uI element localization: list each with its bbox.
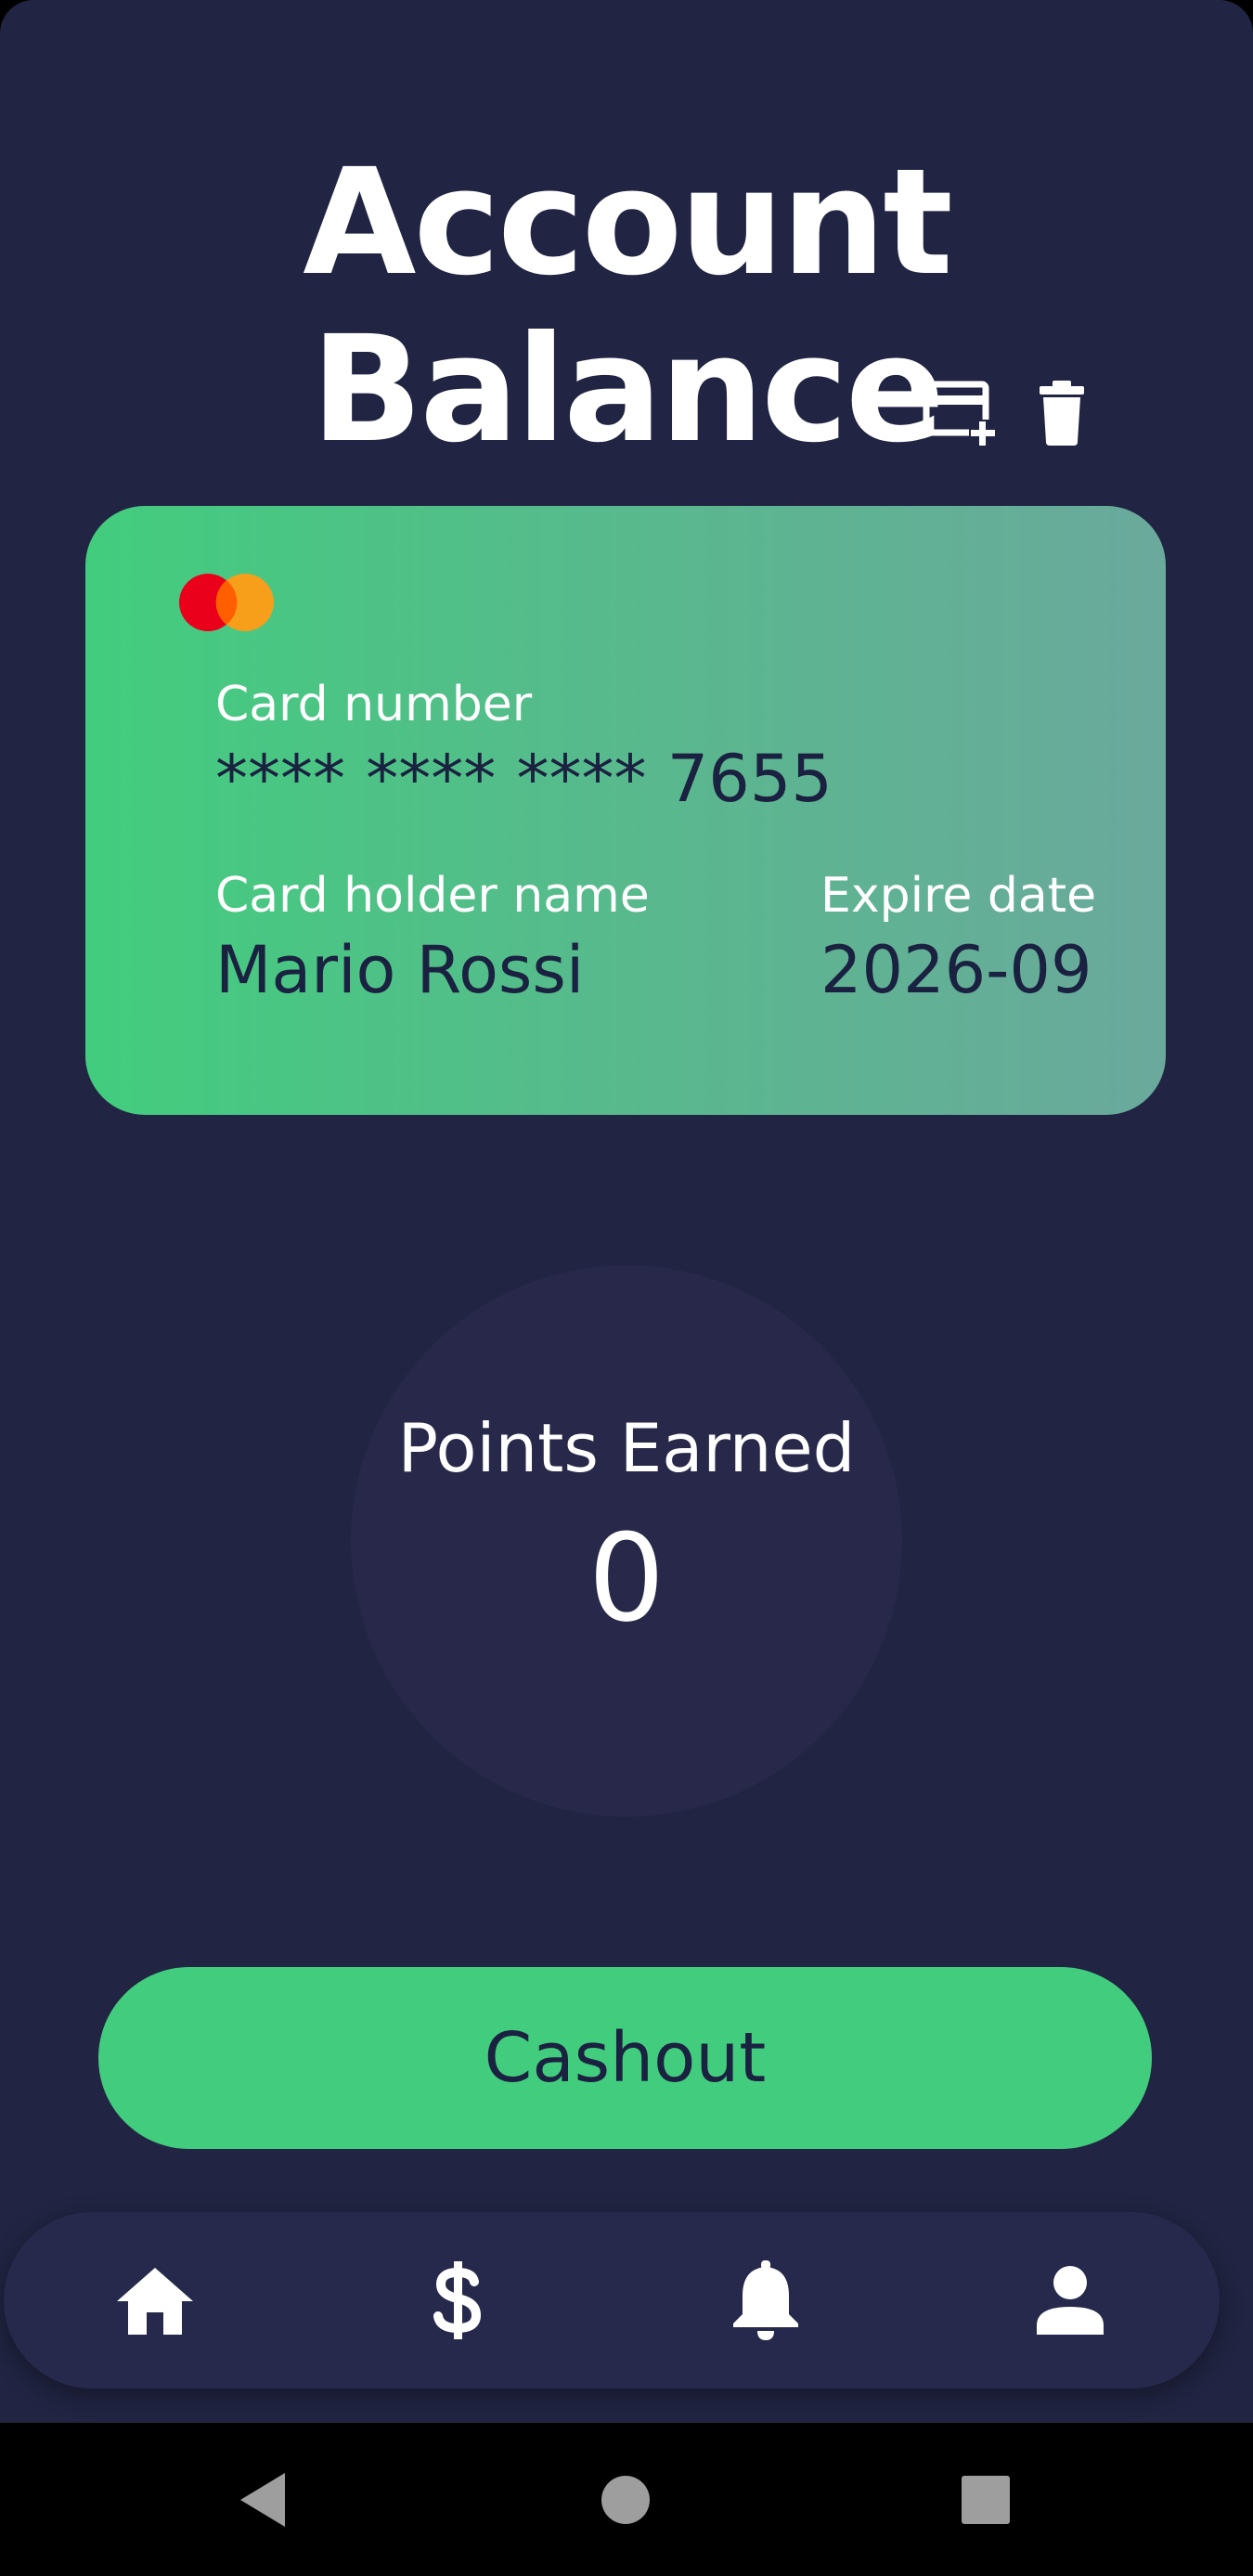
nav-item-money[interactable] — [388, 2212, 527, 2388]
bottom-nav — [4, 2212, 1220, 2388]
expire-date-label: Expire date — [820, 868, 1097, 924]
recents-square-icon — [962, 2475, 1010, 2524]
system-recents-button[interactable] — [930, 2423, 1041, 2576]
person-icon — [1037, 2266, 1104, 2335]
trash-icon — [1040, 381, 1084, 446]
expire-date-value: 2026-09 — [820, 932, 1092, 1008]
delete-card-button[interactable] — [1025, 375, 1099, 449]
system-navigation-bar — [0, 2423, 1253, 2576]
home-circle-icon — [601, 2475, 650, 2524]
card-holder-value: Mario Rossi — [215, 932, 585, 1008]
card-holder-label: Card holder name — [215, 868, 650, 924]
points-label: Points Earned — [397, 1409, 856, 1487]
card-number-label: Card number — [215, 677, 533, 732]
system-back-button[interactable] — [208, 2423, 319, 2576]
system-home-button[interactable] — [570, 2423, 681, 2576]
add-card-button[interactable] — [923, 375, 997, 449]
nav-item-home[interactable] — [85, 2212, 225, 2388]
add-card-icon — [923, 381, 997, 446]
nav-item-notifications[interactable] — [696, 2212, 835, 2388]
bell-icon — [733, 2260, 798, 2340]
points-circle: Points Earned 0 — [351, 1265, 902, 1817]
app-screen: Account Balance Card number **** **** **… — [0, 0, 1253, 2423]
mastercard-logo-icon — [179, 574, 274, 631]
home-icon — [117, 2268, 193, 2335]
back-triangle-icon — [240, 2472, 285, 2527]
dollar-icon — [433, 2261, 482, 2339]
credit-card[interactable]: Card number **** **** **** 7655 Card hol… — [85, 506, 1166, 1115]
card-number-value: **** **** **** 7655 — [215, 741, 833, 817]
cashout-button[interactable]: Cashout — [98, 1967, 1152, 2149]
points-value: 0 — [588, 1508, 665, 1649]
nav-item-profile[interactable] — [1001, 2212, 1140, 2388]
